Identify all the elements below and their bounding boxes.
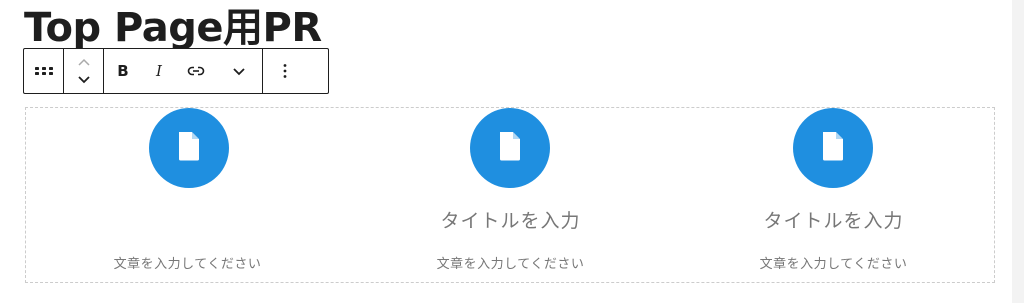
italic-label: I (156, 62, 162, 80)
more-formats-button[interactable] (216, 49, 262, 93)
more-vertical-icon (283, 63, 287, 79)
scrollbar-track[interactable] (1012, 0, 1024, 303)
feature-title[interactable]: タイトルを入力 (672, 206, 995, 233)
feature-icon-circle[interactable] (149, 108, 229, 188)
link-icon (187, 65, 205, 77)
feature-columns-block[interactable]: 文章を入力してください タイトルを入力 文章を入力してください タイトルを入力 … (25, 107, 995, 283)
bold-label: B (117, 62, 129, 80)
editor-canvas: Top Page用PR B I 文章を入力してください タイトルを入力 文章を入… (0, 0, 1024, 303)
feature-text[interactable]: 文章を入力してください (26, 253, 349, 272)
feature-title[interactable]: タイトルを入力 (349, 206, 672, 233)
document-icon (176, 130, 202, 166)
feature-icon-circle[interactable] (793, 108, 873, 188)
toolbar-group-block (24, 49, 64, 93)
feature-column-2: タイトルを入力 文章を入力してください (349, 108, 672, 282)
feature-text[interactable]: 文章を入力してください (672, 253, 995, 272)
bold-button[interactable]: B (104, 49, 142, 93)
block-toolbar: B I (23, 48, 329, 94)
feature-column-3: タイトルを入力 文章を入力してください (672, 108, 995, 282)
document-icon (497, 130, 523, 166)
link-button[interactable] (176, 49, 216, 93)
page-heading[interactable]: Top Page用PR (24, 2, 322, 54)
feature-column-1: 文章を入力してください (26, 108, 349, 282)
feature-text[interactable]: 文章を入力してください (349, 253, 672, 272)
toolbar-group-format: B I (104, 49, 263, 93)
toolbar-group-options (263, 49, 307, 93)
italic-button[interactable]: I (142, 49, 176, 93)
drag-handle-icon (34, 66, 54, 76)
move-up-down-button[interactable] (64, 49, 103, 93)
block-options-button[interactable] (263, 49, 307, 93)
block-drag-button[interactable] (24, 49, 63, 93)
toolbar-group-move (64, 49, 104, 93)
document-icon (820, 130, 846, 166)
move-up-down-icon (76, 57, 92, 85)
feature-icon-circle[interactable] (470, 108, 550, 188)
chevron-down-icon (232, 67, 246, 76)
